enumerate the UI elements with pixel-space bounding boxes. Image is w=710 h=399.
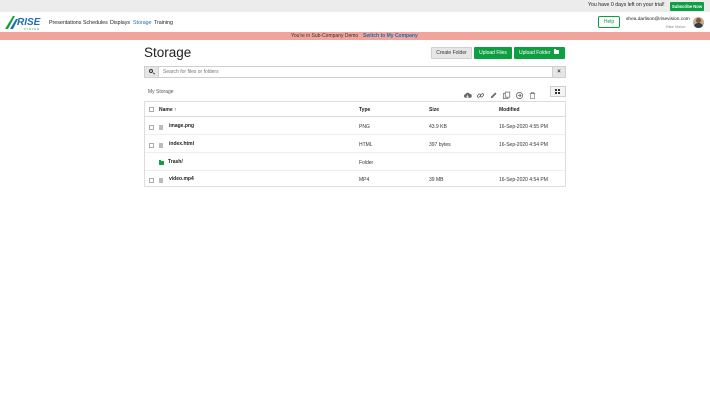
nav-displays[interactable]: Displays <box>110 20 130 26</box>
table-row[interactable]: image.png PNG 43.9 KB 16-Sep-2020 4:55 P… <box>145 118 565 135</box>
row-checkbox[interactable] <box>149 143 154 148</box>
file-icon <box>159 143 163 148</box>
file-modified: 16-Sep-2020 4:54 PM <box>499 177 548 183</box>
file-icon <box>159 178 163 183</box>
file-size: 397 bytes <box>429 142 451 148</box>
table-row[interactable]: Trash/ Folder <box>145 154 565 171</box>
trial-text: You have 0 days left on your trial! <box>588 2 665 8</box>
subcompany-text: You're in Sub-Company Demo <box>291 33 359 39</box>
file-icon <box>159 125 163 130</box>
top-navigation: RISE VISION Presentations Schedules Disp… <box>0 12 710 32</box>
clear-search-icon[interactable]: × <box>552 67 565 77</box>
file-size: 43.9 KB <box>429 124 447 130</box>
file-type: Folder <box>359 160 374 166</box>
subscribe-now-button[interactable]: Subscribe Now <box>670 2 704 11</box>
search-icon[interactable] <box>145 67 159 77</box>
subcompany-bar: You're in Sub-Company Demo Switch to My … <box>0 32 710 40</box>
column-size[interactable]: Size <box>429 107 439 113</box>
user-email[interactable]: shea.darlison@risevision.com <box>626 17 690 22</box>
page-title: Storage <box>144 45 192 60</box>
column-name[interactable]: Name ↑ <box>159 107 177 113</box>
switch-company-link[interactable]: Switch to My Company <box>363 33 418 39</box>
folder-icon <box>554 49 559 54</box>
help-button[interactable]: Help <box>598 16 620 28</box>
files-table: Name ↑ Type Size Modified image.png PNG … <box>144 101 566 187</box>
folder-name[interactable]: Trash/ <box>168 159 183 165</box>
logo-mark-icon: RISE VISION <box>5 16 41 31</box>
file-name[interactable]: video.mp4 <box>169 176 194 182</box>
circle-arrow-icon[interactable] <box>515 87 524 99</box>
nav-storage[interactable]: Storage <box>133 20 152 26</box>
table-header: Name ↑ Type Size Modified <box>145 102 565 117</box>
row-checkbox[interactable] <box>149 125 154 130</box>
search-bar: × <box>144 66 566 78</box>
trash-icon[interactable] <box>528 87 537 99</box>
pencil-icon[interactable] <box>489 87 498 99</box>
upload-folder-label: Upload Folder <box>519 50 551 56</box>
copy-icon[interactable] <box>502 87 511 100</box>
folder-icon <box>159 160 164 165</box>
select-all-checkbox[interactable] <box>149 107 154 112</box>
avatar[interactable] <box>693 17 704 28</box>
create-folder-button[interactable]: Create Folder <box>431 47 472 59</box>
column-modified[interactable]: Modified <box>499 107 520 113</box>
table-row[interactable]: index.html HTML 397 bytes 16-Sep-2020 4:… <box>145 136 565 153</box>
breadcrumb[interactable]: My Storage <box>148 89 174 95</box>
file-type: PNG <box>359 124 370 130</box>
row-checkbox[interactable] <box>149 178 154 183</box>
upload-folder-button[interactable]: Upload Folder <box>514 47 565 59</box>
cloud-download-icon[interactable] <box>463 87 472 98</box>
upload-files-button[interactable]: Upload Files <box>474 47 512 59</box>
file-type: MP4 <box>359 177 370 183</box>
svg-text:VISION: VISION <box>24 27 40 31</box>
column-type[interactable]: Type <box>359 107 370 113</box>
grid-view-icon[interactable] <box>550 86 566 97</box>
file-type: HTML <box>359 142 373 148</box>
nav-training[interactable]: Training <box>154 20 173 26</box>
table-row[interactable]: video.mp4 MP4 39 MB 16-Sep-2020 4:54 PM <box>145 171 565 188</box>
nav-schedules[interactable]: Schedules <box>83 20 108 26</box>
file-modified: 16-Sep-2020 4:55 PM <box>499 124 548 130</box>
user-company: Rise Vision <box>666 24 686 29</box>
file-name[interactable]: index.html <box>169 141 194 147</box>
file-size: 39 MB <box>429 177 444 183</box>
rise-vision-logo[interactable]: RISE VISION <box>4 14 44 31</box>
file-modified: 16-Sep-2020 4:54 PM <box>499 142 548 148</box>
search-input[interactable] <box>160 67 552 77</box>
trial-bar: You have 0 days left on your trial! Subs… <box>0 0 710 12</box>
file-name[interactable]: image.png <box>169 123 194 129</box>
link-icon[interactable] <box>476 87 485 98</box>
nav-presentations[interactable]: Presentations <box>49 20 81 26</box>
